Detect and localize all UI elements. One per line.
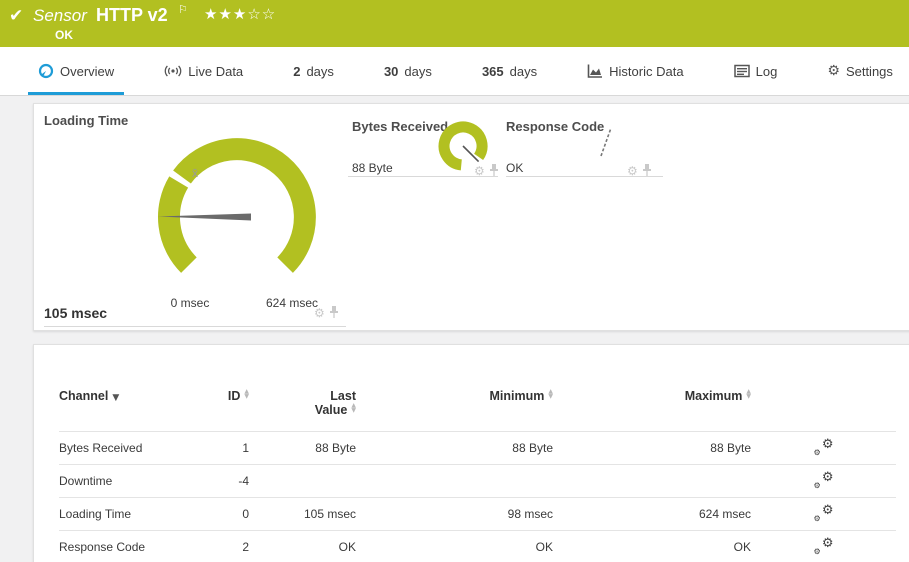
priority-stars[interactable]: ★★★☆☆ — [204, 5, 276, 23]
sort-icon: ▲▼ — [548, 389, 553, 399]
channel-minimum-cell: 88 Byte — [356, 432, 553, 465]
loading-time-gauge — [129, 132, 349, 302]
broadcast-icon — [164, 63, 182, 79]
sensor-overview-page: ✔ Sensor HTTP v2 ⚐ ★★★☆☆ OK Overview Liv… — [0, 0, 909, 562]
response-code-gauge-title: Response Code — [506, 119, 604, 134]
channel-settings-gears-icon[interactable]: ⚙⚙ — [814, 471, 834, 489]
column-header-channel[interactable]: Channel ▼ — [59, 383, 199, 432]
tab-365-days[interactable]: 365 days — [472, 47, 547, 95]
column-header-last-value[interactable]: LastValue▲▼ — [249, 383, 356, 432]
column-header-maximum[interactable]: Maximum▲▼ — [553, 383, 751, 432]
tab-bar: Overview Live Data 2 days 30 days 365 da… — [0, 47, 909, 96]
divider — [44, 326, 346, 327]
tab-30-days[interactable]: 30 days — [374, 47, 442, 95]
tab-live-data-label: Live Data — [188, 64, 243, 79]
channel-id-cell: 2 — [199, 531, 249, 562]
tab-overview-label: Overview — [60, 64, 114, 79]
gauge-settings-gear-icon[interactable]: ⚙ — [627, 165, 638, 177]
divider — [506, 176, 663, 177]
channel-maximum-cell: 88 Byte — [553, 432, 751, 465]
gauge-settings-gear-icon[interactable]: ⚙ — [474, 165, 485, 177]
table-row[interactable]: Downtime -4 ⚙⚙ — [59, 465, 896, 498]
channel-settings-gears-icon[interactable]: ⚙⚙ — [814, 504, 834, 522]
table-row[interactable]: Response Code 2 OK OK OK ⚙⚙ — [59, 531, 896, 562]
channel-settings-gears-icon[interactable]: ⚙⚙ — [814, 438, 834, 456]
tab-365-days-number: 365 — [482, 64, 504, 79]
channel-name-cell[interactable]: Downtime — [59, 465, 199, 498]
sort-icon: ▲▼ — [244, 389, 249, 399]
table-row[interactable]: Loading Time 0 105 msec 98 msec 624 msec… — [59, 498, 896, 531]
tab-2-days[interactable]: 2 days — [283, 47, 344, 95]
sensor-name: HTTP v2 — [96, 5, 168, 26]
column-header-last-label: Last — [330, 389, 356, 403]
channel-name-cell[interactable]: Response Code — [59, 531, 199, 562]
loading-time-gauge-title: Loading Time — [44, 113, 128, 128]
gauge-needle — [601, 128, 611, 156]
channel-id-cell: -4 — [199, 465, 249, 498]
bytes-received-value: 88 Byte — [352, 161, 393, 175]
tab-2-days-number: 2 — [293, 64, 300, 79]
tab-log-label: Log — [756, 64, 778, 79]
column-header-maximum-label: Maximum — [685, 389, 743, 403]
channel-last-value-cell: OK — [249, 531, 356, 562]
table-row[interactable]: Bytes Received 1 88 Byte 88 Byte 88 Byte… — [59, 432, 896, 465]
flag-icon[interactable]: ⚐ — [178, 3, 188, 16]
column-header-actions — [751, 383, 896, 432]
status-ok-check-icon: ✔ — [9, 6, 23, 26]
channel-last-value-cell: 105 msec — [249, 498, 356, 531]
channel-last-value-cell — [249, 465, 356, 498]
tab-log[interactable]: Log — [724, 47, 788, 95]
channels-table: Channel▼ ID▲▼ LastValue▲▼ Minimum▲▼ Maxi… — [59, 383, 896, 562]
log-list-icon — [734, 64, 750, 78]
channel-minimum-cell — [356, 465, 553, 498]
sort-icon: ▲▼ — [351, 403, 356, 413]
tab-settings[interactable]: ⚙ Settings — [817, 47, 903, 95]
column-header-minimum[interactable]: Minimum▲▼ — [356, 383, 553, 432]
tab-live-data[interactable]: Live Data — [154, 47, 253, 95]
column-header-value-label: Value — [315, 403, 348, 417]
tab-30-days-label: days — [404, 64, 431, 79]
tab-overview[interactable]: Overview — [28, 47, 124, 95]
response-code-gauge — [596, 124, 626, 166]
channel-id-cell: 0 — [199, 498, 249, 531]
loading-time-value: 105 msec — [44, 305, 107, 321]
sort-descending-icon: ▼ — [112, 393, 119, 403]
channel-minimum-cell: OK — [356, 531, 553, 562]
channel-settings-gears-icon[interactable]: ⚙⚙ — [814, 537, 834, 555]
gauge-settings-gear-icon[interactable]: ⚙ — [314, 307, 325, 319]
average-marker: x̄ — [192, 166, 198, 180]
tab-2-days-label: days — [306, 64, 333, 79]
tab-settings-label: Settings — [846, 64, 893, 79]
gauge-min-label: 0 msec — [150, 296, 230, 310]
column-header-id[interactable]: ID▲▼ — [199, 383, 249, 432]
loading-time-gauge-actions[interactable]: ⚙ — [314, 306, 339, 319]
channel-name-cell[interactable]: Loading Time — [59, 498, 199, 531]
channel-maximum-cell — [553, 465, 751, 498]
channel-name-cell[interactable]: Bytes Received — [59, 432, 199, 465]
tab-historic-data-label: Historic Data — [609, 64, 683, 79]
sensor-status-header: ✔ Sensor HTTP v2 ⚐ ★★★☆☆ OK — [0, 0, 909, 47]
column-header-minimum-label: Minimum — [490, 389, 545, 403]
tab-30-days-number: 30 — [384, 64, 398, 79]
tab-historic-data[interactable]: Historic Data — [577, 47, 693, 95]
tab-365-days-label: days — [510, 64, 537, 79]
column-header-channel-label: Channel — [59, 389, 108, 403]
area-chart-icon — [587, 63, 603, 79]
divider — [348, 176, 498, 177]
column-header-id-label: ID — [228, 389, 241, 403]
gauge-icon — [38, 63, 54, 79]
channel-minimum-cell: 98 msec — [356, 498, 553, 531]
channels-panel: Channel▼ ID▲▼ LastValue▲▼ Minimum▲▼ Maxi… — [33, 344, 909, 562]
gear-icon: ⚙ — [827, 64, 840, 78]
channel-last-value-cell: 88 Byte — [249, 432, 356, 465]
channel-maximum-cell: 624 msec — [553, 498, 751, 531]
channel-id-cell: 1 — [199, 432, 249, 465]
gauges-panel: Loading Time x̄ 0 msec 624 msec 105 msec… — [33, 103, 909, 331]
response-code-value: OK — [506, 161, 523, 175]
sensor-status-badge: OK — [55, 28, 73, 42]
pin-icon[interactable] — [329, 306, 339, 319]
object-kind-label: Sensor — [33, 6, 87, 26]
channel-maximum-cell: OK — [553, 531, 751, 562]
sort-icon: ▲▼ — [746, 389, 751, 399]
